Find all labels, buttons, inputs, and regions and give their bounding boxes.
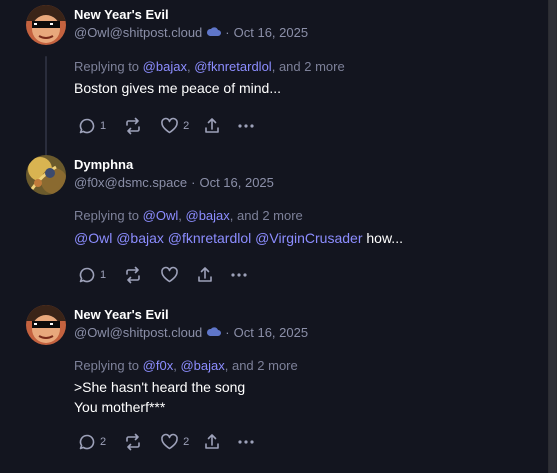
share-button[interactable] xyxy=(203,117,221,135)
reply-icon xyxy=(79,267,95,283)
content-mention[interactable]: @fknretardlol xyxy=(168,230,251,246)
post-date[interactable]: Oct 16, 2025 xyxy=(234,25,308,40)
favourite-button[interactable] xyxy=(160,266,179,284)
share-button[interactable] xyxy=(196,266,214,284)
reply-mention[interactable]: @bajax xyxy=(180,358,224,373)
post-content: Boston gives me peace of mind... xyxy=(74,80,281,96)
reply-button[interactable]: 1 xyxy=(78,266,106,284)
reply-count: 2 xyxy=(100,436,107,448)
action-bar: 1 xyxy=(78,265,248,285)
replying-to: Replying to @bajax, @fknretardlol, and 2… xyxy=(74,59,345,74)
separator: · xyxy=(225,325,230,340)
handle[interactable]: @Owl@shitpost.cloud xyxy=(74,325,202,340)
favourite-button[interactable]: 2 xyxy=(160,117,189,135)
favourite-button[interactable]: 2 xyxy=(160,433,189,451)
handle-row: @Owl@shitpost.cloud · Oct 16, 2025 xyxy=(74,325,308,340)
post-content: >She hasn't heard the song You motherf**… xyxy=(74,377,245,417)
heart-icon xyxy=(161,117,178,134)
reply-icon xyxy=(79,434,95,450)
content-line: >She hasn't heard the song xyxy=(74,379,246,395)
share-icon xyxy=(205,434,220,449)
post-date[interactable]: Oct 16, 2025 xyxy=(234,325,308,340)
reply-mention[interactable]: @f0x xyxy=(143,358,174,373)
post-content: @Owl @bajax @fknretardlol @VirginCrusade… xyxy=(74,228,403,248)
reply-more[interactable]: and 2 more xyxy=(279,59,345,74)
reply-count: 1 xyxy=(100,269,107,281)
display-name[interactable]: New Year's Evil xyxy=(74,307,169,322)
replying-prefix: Replying to xyxy=(74,208,140,223)
status-post[interactable]: New Year's Evil @Owl@shitpost.cloud · Oc… xyxy=(0,300,548,473)
handle-row: @f0x@dsmc.space · Oct 16, 2025 xyxy=(74,175,274,190)
action-bar: 1 2 xyxy=(78,116,255,136)
favourite-count: 2 xyxy=(183,436,190,448)
boost-button[interactable] xyxy=(123,433,143,451)
avatar[interactable] xyxy=(26,155,66,195)
timeline-feed: New Year's Evil @Owl@shitpost.cloud · Oc… xyxy=(0,0,548,473)
status-post[interactable]: New Year's Evil @Owl@shitpost.cloud · Oc… xyxy=(0,0,548,156)
reply-mention[interactable]: @Owl xyxy=(143,208,179,223)
content-line: You motherf*** xyxy=(74,399,166,415)
reply-mention[interactable]: @bajax xyxy=(143,59,187,74)
action-bar: 2 2 xyxy=(78,432,255,452)
boost-button[interactable] xyxy=(123,117,143,135)
replying-to: Replying to @f0x, @bajax, and 2 more xyxy=(74,358,298,373)
thread-line xyxy=(45,56,47,156)
handle[interactable]: @Owl@shitpost.cloud xyxy=(74,25,202,40)
more-icon xyxy=(238,440,254,444)
replying-prefix: Replying to xyxy=(74,59,140,74)
reply-button[interactable]: 1 xyxy=(78,117,106,135)
boost-icon xyxy=(126,433,140,451)
share-button[interactable] xyxy=(203,433,221,451)
content-mention[interactable]: @bajax xyxy=(116,230,164,246)
content-mention[interactable]: @VirginCrusader xyxy=(255,230,362,246)
reply-icon xyxy=(79,118,95,134)
boost-icon xyxy=(126,117,140,135)
handle-row: @Owl@shitpost.cloud · Oct 16, 2025 xyxy=(74,25,308,40)
reply-more[interactable]: and 2 more xyxy=(237,208,303,223)
boost-button[interactable] xyxy=(123,266,143,284)
reply-mention[interactable]: @fknretardlol xyxy=(194,59,272,74)
more-button[interactable] xyxy=(237,117,255,135)
more-button[interactable] xyxy=(230,266,248,284)
reply-button[interactable]: 2 xyxy=(78,433,106,451)
avatar[interactable] xyxy=(26,5,66,45)
share-icon xyxy=(198,267,212,282)
display-name[interactable]: Dymphna xyxy=(74,157,133,172)
reply-count: 1 xyxy=(100,120,107,132)
cloud-icon xyxy=(206,25,222,40)
more-button[interactable] xyxy=(237,433,255,451)
avatar[interactable] xyxy=(26,305,66,345)
heart-icon xyxy=(161,266,178,283)
heart-icon xyxy=(161,433,178,450)
more-icon xyxy=(231,273,247,277)
cloud-icon xyxy=(206,325,222,340)
share-icon xyxy=(205,118,220,133)
display-name[interactable]: New Year's Evil xyxy=(74,7,169,22)
reply-mention[interactable]: @bajax xyxy=(186,208,230,223)
content-text: how... xyxy=(366,230,403,246)
scrollbar[interactable] xyxy=(548,0,557,473)
favourite-count: 2 xyxy=(183,120,190,132)
separator: · xyxy=(225,25,230,40)
content-mention[interactable]: @Owl xyxy=(74,230,112,246)
replying-to: Replying to @Owl, @bajax, and 2 more xyxy=(74,208,303,223)
more-icon xyxy=(238,124,254,128)
scrollbar-thumb[interactable] xyxy=(549,0,556,473)
post-date[interactable]: Oct 16, 2025 xyxy=(199,175,273,190)
boost-icon xyxy=(126,266,140,284)
separator: · xyxy=(191,175,196,190)
status-post[interactable]: Dymphna @f0x@dsmc.space · Oct 16, 2025 R… xyxy=(0,150,548,300)
reply-more[interactable]: and 2 more xyxy=(232,358,298,373)
handle[interactable]: @f0x@dsmc.space xyxy=(74,175,187,190)
replying-prefix: Replying to xyxy=(74,358,140,373)
